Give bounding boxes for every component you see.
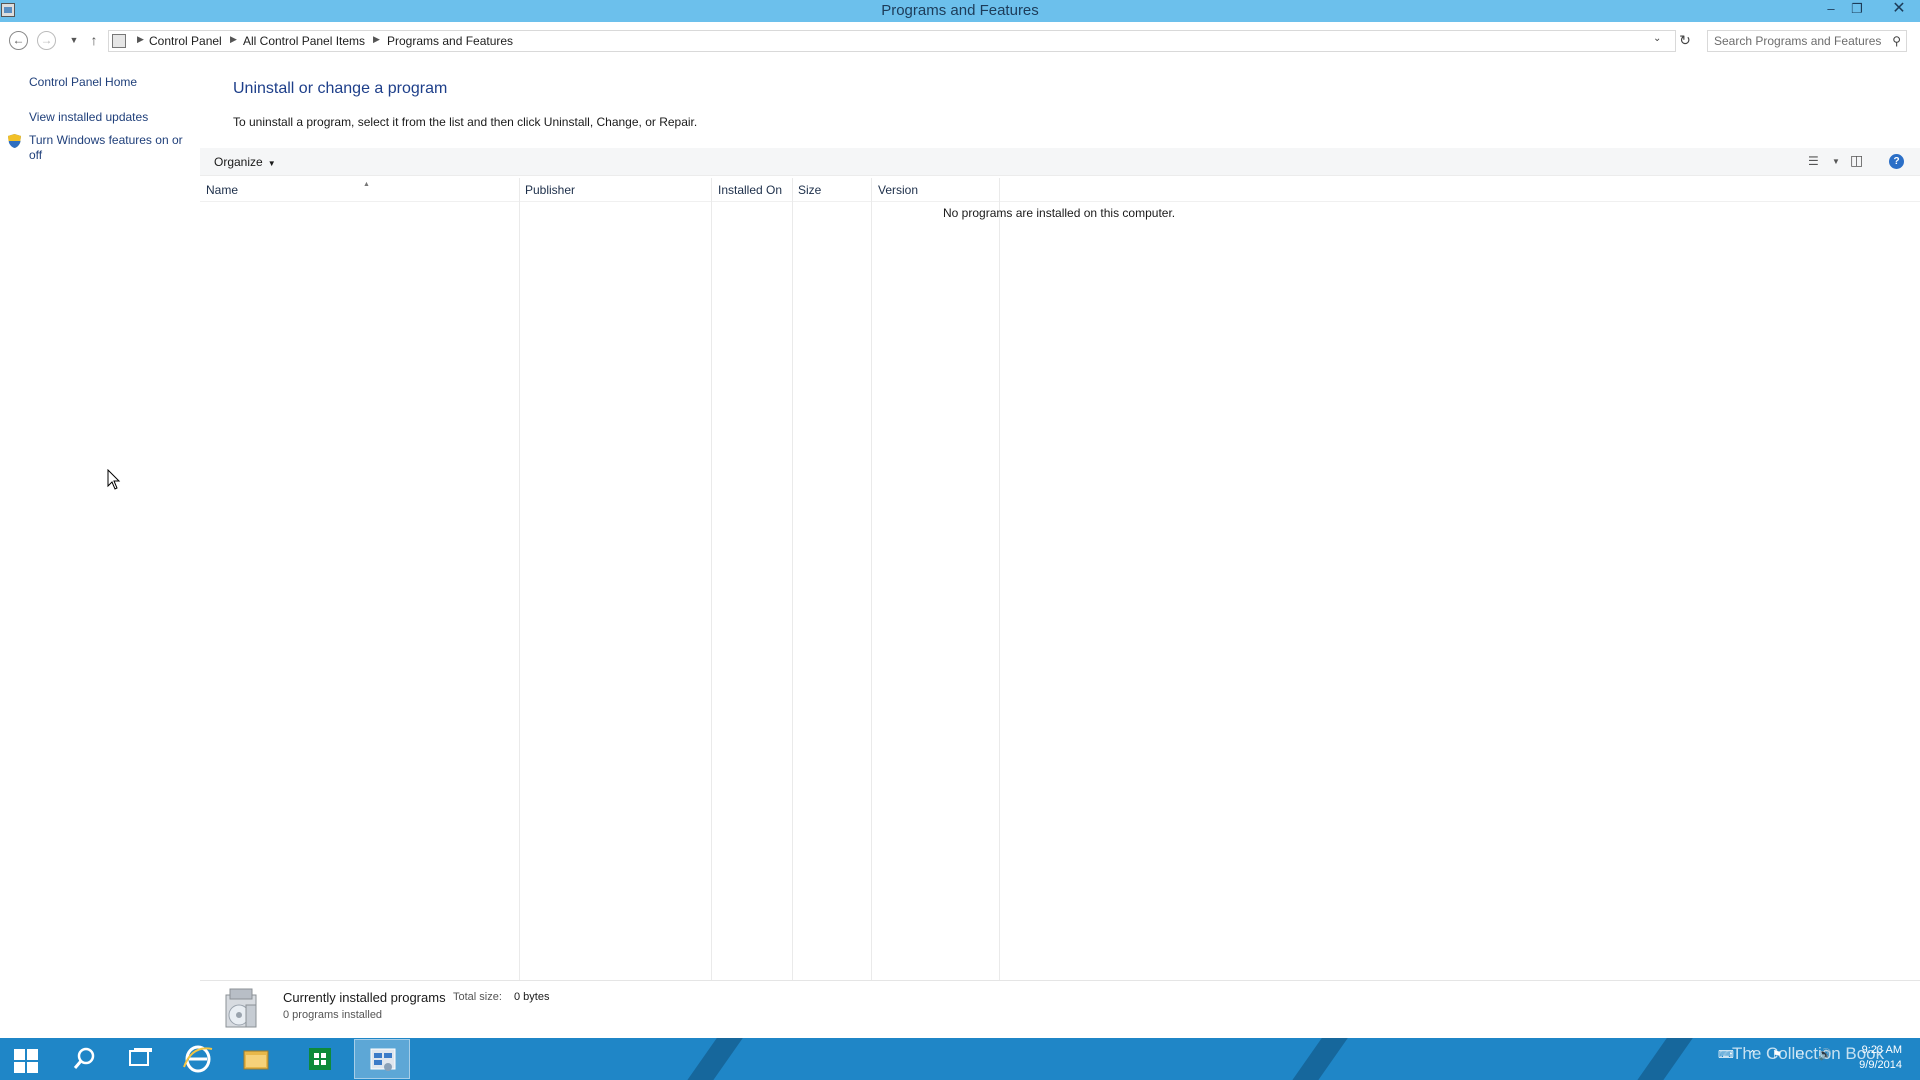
instructions-text: To uninstall a program, select it from t…	[233, 115, 698, 129]
control-panel-home-link[interactable]: Control Panel Home	[29, 75, 189, 90]
programs-installer-icon	[225, 988, 257, 1028]
windows-logo-icon	[14, 1049, 25, 1060]
total-size-label: Total size:	[453, 991, 502, 1003]
recent-locations-chevron-down-icon[interactable]: ▼	[64, 31, 84, 51]
store-button[interactable]	[292, 1039, 348, 1079]
internet-explorer-icon	[183, 1045, 213, 1073]
windows-features-link[interactable]: Turn Windows features on or off	[29, 133, 189, 163]
column-divider	[711, 178, 712, 980]
breadcrumb-all-items[interactable]: All Control Panel Items	[243, 34, 365, 48]
taskbar-decoration	[1628, 1038, 1698, 1080]
refresh-icon[interactable]: ↻	[1674, 31, 1696, 51]
search-icon	[73, 1047, 95, 1069]
windows-logo-icon	[27, 1062, 38, 1073]
column-publisher[interactable]: Publisher	[525, 183, 575, 197]
total-size-value: 0 bytes	[514, 991, 550, 1003]
title-bar[interactable]: Programs and Features – ❐ ✕	[0, 0, 1920, 22]
show-hidden-icons-icon[interactable]: ⌃	[1748, 1048, 1757, 1061]
column-size[interactable]: Size	[798, 183, 821, 197]
control-panel-icon	[112, 34, 126, 48]
column-version[interactable]: Version	[878, 183, 918, 197]
sort-ascending-icon: ▲	[363, 181, 370, 188]
search-icon[interactable]: ⚲	[1892, 34, 1901, 48]
chevron-right-icon[interactable]: ▶	[137, 34, 144, 45]
breadcrumb-control-panel[interactable]: Control Panel	[149, 34, 222, 48]
mouse-cursor-icon	[107, 469, 121, 490]
column-name-label: Name	[206, 183, 239, 197]
command-bar: Organize ▼ ☰ ▼ ◫ ?	[200, 148, 1920, 176]
navigation-bar: ← → ▼ ↑ ▶ Control Panel ▶ All Control Pa…	[0, 28, 1920, 54]
up-button[interactable]: ↑	[84, 31, 104, 51]
forward-button[interactable]: →	[37, 31, 56, 50]
details-pane: Currently installed programs Total size:…	[200, 980, 1920, 1038]
window-title: Programs and Features	[881, 2, 1039, 19]
task-view-icon	[129, 1048, 152, 1066]
taskbar-decoration	[678, 1038, 748, 1080]
programs-count: 0 programs installed	[283, 1009, 383, 1021]
file-explorer-button[interactable]	[228, 1039, 284, 1079]
keyboard-icon[interactable]: ⌨	[1718, 1048, 1734, 1061]
breadcrumb-programs-features[interactable]: Programs and Features	[387, 34, 513, 48]
close-button[interactable]: ✕	[1882, 0, 1916, 20]
column-installed-on[interactable]: Installed On	[718, 183, 782, 197]
address-dropdown-chevron-down-icon[interactable]: ⌄	[1653, 33, 1661, 44]
control-panel-taskbar-button[interactable]	[354, 1039, 410, 1079]
back-button[interactable]: ←	[9, 31, 28, 50]
minimize-button[interactable]: –	[1818, 0, 1844, 20]
restore-button[interactable]: ❐	[1844, 0, 1870, 20]
empty-list-message: No programs are installed on this comput…	[943, 206, 1176, 220]
search-input[interactable]	[1714, 32, 1884, 50]
view-installed-updates-link[interactable]: View installed updates	[29, 110, 189, 125]
clock-date: 9/9/2014	[1859, 1059, 1902, 1071]
column-divider	[519, 178, 520, 980]
search-box[interactable]: ⚲	[1707, 30, 1907, 52]
organize-button[interactable]: Organize ▼	[214, 155, 276, 169]
chevron-right-icon[interactable]: ▶	[373, 34, 380, 45]
clock-time: 9:23 AM	[1861, 1044, 1902, 1056]
page-title: Uninstall or change a program	[233, 80, 448, 97]
column-divider	[871, 178, 872, 980]
volume-icon[interactable]: 🔊	[1818, 1048, 1832, 1061]
preview-pane-icon[interactable]: ◫	[1850, 152, 1863, 169]
control-panel-icon	[370, 1048, 396, 1071]
details-title: Currently installed programs	[283, 990, 446, 1005]
windows-logo-icon	[27, 1049, 38, 1060]
windows-logo-icon	[14, 1062, 25, 1073]
store-icon	[309, 1048, 331, 1070]
chevron-down-icon: ▼	[267, 159, 276, 168]
view-options-chevron-down-icon[interactable]: ▼	[1832, 157, 1840, 166]
folder-icon	[243, 1050, 269, 1070]
network-icon[interactable]: □	[1796, 1048, 1803, 1060]
action-center-flag-icon[interactable]: ⚑	[1772, 1048, 1782, 1061]
column-divider	[999, 178, 1000, 980]
column-divider	[792, 178, 793, 980]
internet-explorer-button[interactable]	[170, 1039, 226, 1079]
taskbar: The Collection Book ⌨ ⌃ ⚑ □ 🔊 9:23 AM 9/…	[0, 1038, 1920, 1080]
task-view-button[interactable]	[112, 1039, 168, 1079]
chevron-right-icon[interactable]: ▶	[230, 34, 237, 45]
column-headers: Name ▲ Publisher Installed On Size Versi…	[200, 178, 1920, 202]
view-list-icon[interactable]: ☰	[1808, 154, 1819, 168]
shield-icon	[8, 134, 21, 148]
search-button[interactable]	[56, 1039, 112, 1079]
column-name[interactable]: Name ▲	[206, 181, 370, 197]
start-button[interactable]	[0, 1039, 56, 1079]
clock[interactable]: 9:23 AM 9/9/2014	[1842, 1043, 1902, 1073]
address-bar[interactable]: ▶ Control Panel ▶ All Control Panel Item…	[108, 30, 1676, 52]
taskbar-decoration	[1283, 1038, 1353, 1080]
organize-label: Organize	[214, 155, 263, 169]
help-icon[interactable]: ?	[1889, 154, 1904, 169]
